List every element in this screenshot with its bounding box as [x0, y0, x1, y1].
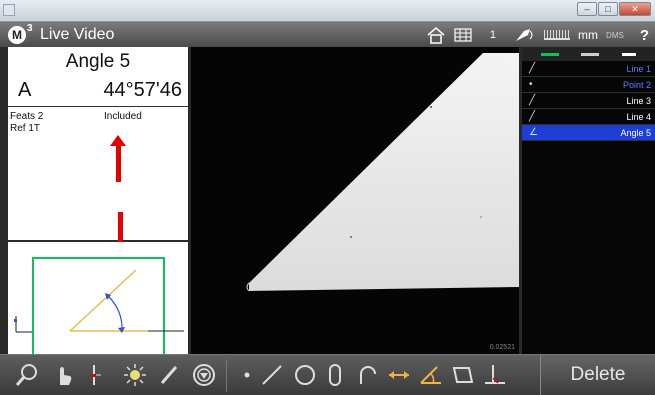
arc-tool-icon[interactable] [354, 362, 380, 388]
angle-value: 44°57'46 [103, 79, 182, 101]
unit-label[interactable]: mm [578, 28, 598, 42]
minimize-button[interactable]: – [577, 2, 597, 16]
ref-label: Ref 1T [10, 123, 41, 134]
part-view-drawing [14, 257, 184, 359]
slot-tool-icon[interactable] [322, 362, 348, 388]
title-bar: M 3 Live Video 1 mm DMS ? [0, 22, 655, 47]
green-view-tab[interactable] [541, 52, 560, 56]
help-button[interactable]: ? [640, 27, 649, 44]
window-frame: – □ ✕ [0, 0, 655, 22]
circle-tool-icon[interactable] [292, 362, 318, 388]
line-tool-icon[interactable] [259, 362, 285, 388]
maximize-button[interactable]: □ [598, 2, 618, 16]
app-title: Live Video [40, 26, 115, 43]
feature-row[interactable]: ╱ Line 1 [522, 61, 655, 77]
feature-name: Line 1 [626, 64, 651, 74]
touch-probe-icon[interactable] [50, 362, 76, 388]
m3-logo-superscript: 3 [27, 23, 33, 34]
point-tool-icon[interactable] [234, 362, 260, 388]
divider [8, 106, 188, 107]
distance-tool-icon[interactable] [386, 362, 412, 388]
feature-row[interactable]: ╱ Line 4 [522, 109, 655, 125]
feature-row[interactable]: ∠ Angle 5 [522, 125, 655, 141]
angle-type-label[interactable]: Included [104, 111, 142, 122]
window-controls: – □ ✕ [577, 2, 651, 16]
annotation-arrow-up [110, 135, 126, 182]
angle-tool-icon[interactable] [418, 362, 444, 388]
close-button[interactable]: ✕ [619, 2, 651, 16]
line-icon: ╱ [529, 111, 536, 122]
pen-icon[interactable] [156, 362, 182, 388]
light-icon[interactable] [122, 362, 148, 388]
zoom-icon[interactable] [14, 362, 40, 388]
table-view-icon[interactable] [454, 28, 472, 42]
delete-button[interactable]: Delete [540, 355, 655, 395]
home-icon[interactable] [426, 26, 446, 44]
angle-icon: ∠ [529, 127, 538, 138]
line-icon: ╱ [529, 95, 536, 106]
ruler-icon[interactable] [544, 30, 571, 40]
feature-title: Angle 5 [65, 51, 131, 72]
window-app-icon [3, 4, 15, 16]
list-view-tab[interactable] [581, 52, 600, 56]
channel-number[interactable]: 1 [490, 29, 496, 41]
video-image [246, 53, 519, 292]
feature-name: Angle 5 [620, 128, 651, 138]
feature-row[interactable]: ╱ Line 3 [522, 93, 655, 109]
white-view-tab[interactable] [621, 52, 636, 56]
target-menu-icon[interactable] [191, 362, 217, 388]
feature-name: Point 2 [622, 80, 651, 90]
feature-list-header [522, 47, 655, 61]
part-view-thumbnail[interactable] [8, 242, 188, 359]
line-icon: ╱ [529, 63, 536, 74]
feature-row[interactable]: • Point 2 [522, 77, 655, 93]
m3-logo: M [8, 26, 26, 44]
angle-format-label[interactable]: DMS [606, 31, 624, 40]
title-toolbar: 1 mm DMS ? [426, 25, 649, 45]
feature-name: Line 4 [626, 112, 651, 122]
parallelogram-tool-icon[interactable] [450, 362, 476, 388]
axis-letter: A [18, 79, 32, 101]
bottom-toolbar: Delete [0, 354, 655, 395]
toolbar-separator [226, 359, 227, 392]
feature-list: ╱ Line 1 • Point 2 ╱ Line 3 ╱ Line 4 ∠ Angle 5 [522, 47, 655, 354]
scale-label: 0.02521 [489, 344, 515, 351]
probe-icon[interactable] [514, 27, 536, 43]
dro-panel: Angle 5 A 44°57'46 Feats 2 Ref 1T Includ… [8, 47, 188, 240]
perpendicular-tool-icon[interactable] [482, 362, 508, 388]
point-icon: • [529, 79, 533, 90]
edge-detect-icon[interactable] [82, 362, 108, 388]
feature-name: Line 3 [626, 96, 651, 106]
feats-label: Feats 2 [10, 111, 44, 122]
live-video-view[interactable]: 0.02521 [191, 47, 519, 354]
